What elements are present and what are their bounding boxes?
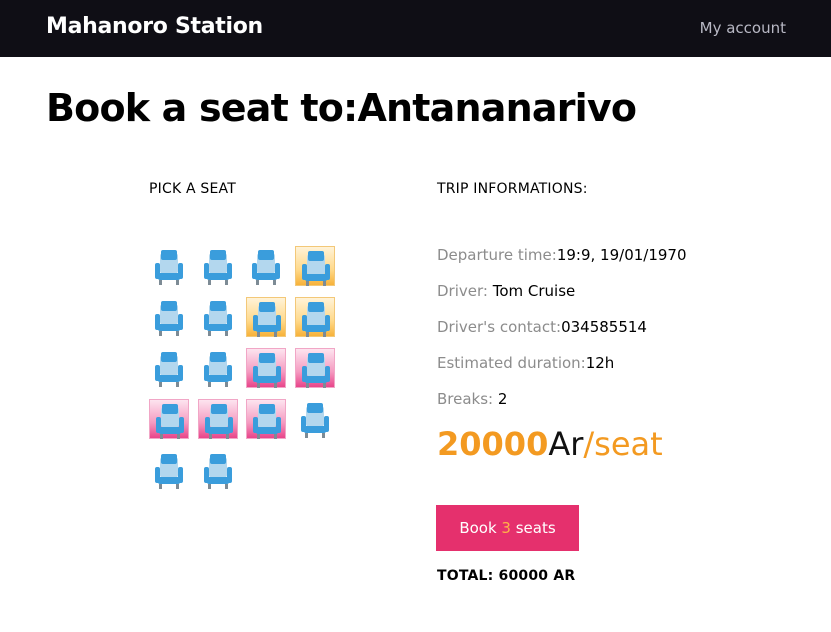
- seat-3-available[interactable]: [246, 246, 286, 286]
- seat-7-selected[interactable]: [246, 297, 286, 337]
- seat-icon: [252, 250, 280, 285]
- trip-info-heading: TRIP INFORMATIONS:: [437, 181, 588, 197]
- seat-icon: [301, 353, 330, 388]
- book-prefix: Book: [459, 519, 502, 537]
- seat-icon: [203, 454, 232, 489]
- duration-label: Estimated duration:: [437, 354, 586, 372]
- book-seats-button[interactable]: Book 3 seats: [436, 505, 579, 551]
- seat-5-available[interactable]: [149, 297, 189, 337]
- seat-1-available[interactable]: [149, 246, 189, 286]
- price-per-seat: 20000Ar/seat: [437, 425, 663, 463]
- seat-6-available[interactable]: [198, 297, 238, 337]
- book-count: 3: [501, 519, 511, 537]
- seat-icon: [155, 250, 183, 285]
- price-amount: 20000: [437, 425, 549, 463]
- breaks-label: Breaks:: [437, 390, 498, 408]
- seat-icon: [203, 301, 232, 336]
- price-unit: /seat: [583, 425, 663, 463]
- pick-seat-heading: PICK A SEAT: [149, 181, 236, 197]
- duration-row: Estimated duration:12h: [437, 354, 614, 372]
- breaks-value: 2: [497, 390, 508, 408]
- driver-label: Driver:: [437, 282, 493, 300]
- seat-icon: [155, 301, 183, 336]
- seat-15-booked[interactable]: [246, 399, 286, 439]
- seat-8-selected[interactable]: [294, 297, 335, 337]
- price-currency: Ar: [548, 425, 584, 463]
- contact-value: 034585514: [561, 318, 647, 336]
- seat-4-selected[interactable]: [294, 246, 335, 286]
- seat-icon: [155, 454, 183, 489]
- book-suffix: seats: [510, 519, 556, 537]
- seat-icon: [300, 403, 329, 438]
- navbar: Mahanoro Station My account: [0, 0, 831, 57]
- driver-value: Tom Cruise: [492, 282, 576, 300]
- seat-icon: [156, 404, 184, 439]
- departure-row: Departure time:19:9, 19/01/1970: [437, 246, 687, 264]
- seat-icon: [155, 352, 183, 387]
- seat-icon: [253, 353, 281, 388]
- seat-13-booked[interactable]: [149, 399, 189, 439]
- duration-value: 12h: [585, 354, 615, 372]
- seat-icon: [253, 404, 281, 439]
- departure-value: 19:9, 19/01/1970: [556, 246, 687, 264]
- contact-row: Driver's contact:034585514: [437, 318, 647, 336]
- seat-14-booked[interactable]: [197, 399, 238, 439]
- seat-11-booked[interactable]: [246, 348, 286, 388]
- page-title: Book a seat to:Antananarivo: [46, 86, 637, 130]
- seat-icon: [203, 352, 232, 387]
- seat-icon: [301, 302, 330, 337]
- seat-17-available[interactable]: [149, 450, 189, 490]
- seat-9-available[interactable]: [149, 348, 189, 388]
- departure-label: Departure time:: [437, 246, 557, 264]
- seat-icon: [204, 404, 233, 439]
- breaks-row: Breaks: 2: [437, 390, 507, 408]
- contact-label: Driver's contact:: [437, 318, 562, 336]
- driver-row: Driver: Tom Cruise: [437, 282, 575, 300]
- seat-16-available[interactable]: [295, 399, 335, 439]
- seat-icon: [203, 250, 232, 285]
- my-account-link[interactable]: My account: [700, 19, 786, 37]
- seat-10-available[interactable]: [198, 348, 238, 388]
- seat-2-available[interactable]: [198, 246, 238, 286]
- total-price: TOTAL: 60000 AR: [437, 568, 576, 584]
- seat-icon: [253, 302, 281, 337]
- brand-logo[interactable]: Mahanoro Station: [46, 14, 263, 39]
- seat-grid: [149, 246, 341, 496]
- seat-icon: [301, 251, 330, 286]
- seat-12-booked[interactable]: [294, 348, 335, 388]
- seat-18-available[interactable]: [198, 450, 238, 490]
